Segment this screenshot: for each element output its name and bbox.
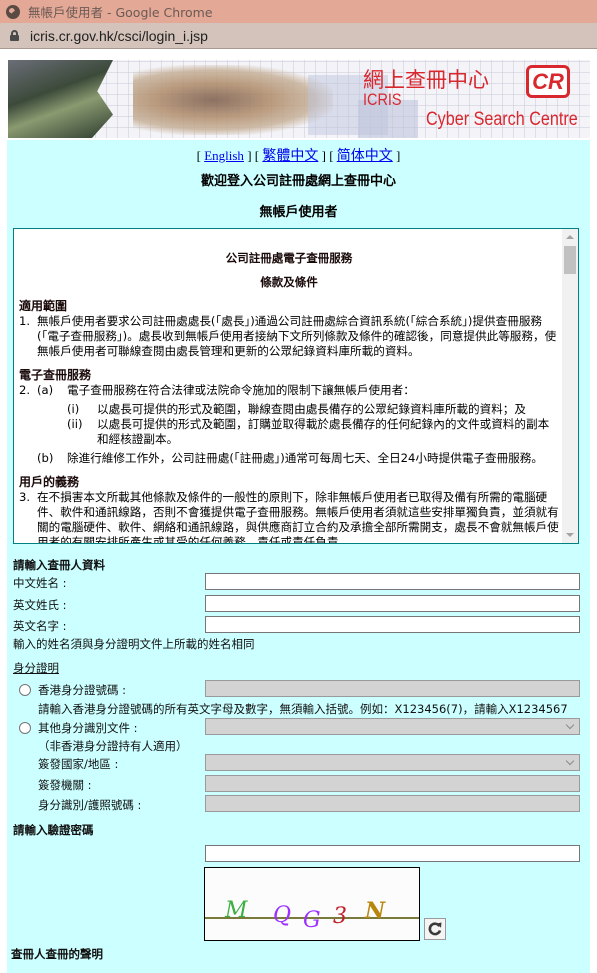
banner-photo-harbour (8, 60, 113, 138)
captcha-input[interactable] (205, 845, 580, 862)
terms-subtitle: 條款及條件 (260, 275, 318, 289)
hkid-radio[interactable] (19, 684, 31, 696)
captcha-image: M Q G 3 N (204, 867, 420, 941)
lang-traditional-link[interactable]: 繁體中文 (262, 148, 318, 164)
bracket: ] (392, 148, 401, 163)
issuing-authority-label: 簽發機關 : (38, 778, 92, 792)
chevron-down-icon (565, 756, 575, 766)
captcha-char: 3 (333, 904, 347, 929)
user-type-heading: 無帳戶使用者 (259, 205, 338, 220)
english-surname-input[interactable] (205, 595, 580, 612)
terms-paragraph: 2. (a) 電子查冊服務在符合法律或法院命令施加的限制下讓無帳戶使用者： (19, 383, 559, 398)
terms-subclause: (ii) 以處長可提供的形式及範圍，訂購並取得載於處長備存的任何紀錄內的文件或資… (19, 417, 559, 447)
scrollbar-thumb[interactable] (564, 246, 576, 274)
english-given-name-label: 英文名字 : (13, 619, 67, 633)
english-surname-label: 英文姓氏 : (13, 598, 67, 612)
banner-photo-people (133, 65, 333, 135)
clause-label: (ii) (67, 417, 83, 431)
bracket: ] [ (318, 148, 337, 163)
clause-label: (a) (37, 383, 54, 397)
hkid-label: 香港身分證號碼 : (38, 683, 127, 697)
paragraph-text: 電子查冊服務在符合法律或法院命令施加的限制下讓無帳戶使用者： (67, 383, 415, 397)
bracket: ] [ (243, 148, 263, 163)
terms-paragraph: 3. 在不損害本文所載其他條款及條件的一般性的原則下，除非無帳戶使用者已取得及備… (19, 490, 559, 544)
issuing-authority-input[interactable] (205, 775, 580, 792)
paragraph-text: 在不損害本文所載其他條款及條件的一般性的原則下，除非無帳戶使用者已取得及備有所需… (37, 490, 559, 544)
paragraph-number: 2. (19, 383, 31, 397)
captcha-char: N (365, 898, 386, 924)
scroll-up-arrow-icon[interactable] (566, 235, 574, 239)
name-note: 輸入的姓名須與身分證明文件上所載的姓名相同 (13, 637, 255, 651)
terms-subclause: (b) 除進行維修工作外，公司註冊處(「註冊處」)通常可每周七天、全日24小時提… (19, 451, 559, 466)
paragraph-text: 以處長可提供的形式及範圍，訂購並取得載於處長備存的任何紀錄內的文件或資料的副本和… (97, 417, 550, 446)
declaration-heading: 查冊人查冊的聲明 (11, 947, 103, 961)
banner-icris: ICRIS (363, 90, 402, 109)
identity-heading: 身分證明 (13, 661, 59, 675)
captcha-heading: 請輸入驗證密碼 (13, 823, 94, 837)
chinese-name-label: 中文姓名 : (13, 576, 67, 590)
section-heading: 電子查冊服務 (19, 368, 92, 382)
searcher-info-heading: 請輸入查冊人資料 (13, 558, 105, 572)
refresh-captcha-button[interactable] (424, 918, 446, 940)
passport-number-input[interactable] (205, 795, 580, 812)
other-id-radio[interactable] (19, 722, 31, 734)
section-heading: 用戶的義務 (19, 475, 80, 489)
terms-subclause: (i) 以處長可提供的形式及範圍，聯線查閱由處長備存的公眾紀錄資料庫所載的資料；… (19, 402, 559, 417)
captcha-char: Q (273, 903, 292, 928)
terms-scrollbar[interactable] (562, 229, 578, 543)
terms-title: 公司註冊處電子查冊服務 (225, 251, 353, 265)
other-id-label: 其他身分識別文件 : (38, 721, 138, 735)
paragraph-text: 無帳戶使用者要求公司註冊處處長(「處長」)通過公司註冊處綜合資訊系統(「綜合系統… (37, 314, 557, 358)
other-id-select[interactable] (205, 718, 580, 735)
english-given-name-input[interactable] (205, 616, 580, 633)
globe-icon (6, 4, 20, 19)
paragraph-text: 以處長可提供的形式及範圍，聯線查閱由處長備存的公眾紀錄資料庫所載的資料；及 (97, 402, 526, 416)
paragraph-number: 3. (19, 490, 31, 504)
passport-number-label: 身分識別/護照號碼 : (38, 798, 142, 812)
window-title: 無帳戶使用者 - Google Chrome (28, 5, 213, 20)
issuing-country-select[interactable] (205, 754, 580, 771)
issuing-country-label: 簽發國家/地區 : (38, 757, 119, 771)
captcha-char: M (225, 898, 248, 923)
terms-content: 公司註冊處電子查冊服務 條款及條件 適用範圍 1. 無帳戶使用者要求公司註冊處處… (19, 229, 559, 544)
address-bar[interactable]: icris.cr.gov.hk/csci/login_i.jsp (0, 23, 597, 49)
captcha-char: G (303, 908, 321, 933)
login-panel: [ English ] [ 繁體中文 ] [ 简体中文 ] 歡迎登入公司註冊處網… (7, 140, 590, 973)
hkid-note: 請輸入香港身分證號碼的所有英文字母及數字，無須輸入括號。例如：X123456(7… (38, 702, 568, 716)
window-titlebar: 無帳戶使用者 - Google Chrome (0, 0, 597, 23)
banner-subtitle: Cyber Search Centre (426, 109, 578, 130)
chinese-name-input[interactable] (205, 573, 580, 590)
icris-banner: 網上查冊中心 CR ICRIS Cyber Search Centre (8, 60, 590, 138)
paragraph-text: 除進行維修工作外，公司註冊處(「註冊處」)通常可每周七天、全日24小時提供電子查… (67, 451, 543, 465)
hkid-input[interactable] (205, 680, 580, 697)
other-id-note: （非香港身分證持有人適用） (38, 739, 188, 753)
scroll-down-arrow-icon[interactable] (566, 533, 574, 537)
lang-english-link[interactable]: English (204, 148, 244, 163)
clause-label: (i) (67, 402, 80, 416)
lock-icon[interactable] (10, 30, 19, 41)
terms-paragraph: 1. 無帳戶使用者要求公司註冊處處長(「處長」)通過公司註冊處綜合資訊系統(「綜… (19, 314, 559, 359)
chevron-down-icon (565, 720, 575, 730)
refresh-icon (428, 922, 442, 936)
lang-simplified-link[interactable]: 简体中文 (337, 148, 393, 164)
language-switcher: [ English ] [ 繁體中文 ] [ 简体中文 ] (7, 145, 590, 165)
terms-box[interactable]: 公司註冊處電子查冊服務 條款及條件 適用範圍 1. 無帳戶使用者要求公司註冊處處… (13, 228, 579, 544)
welcome-heading: 歡迎登入公司註冊處網上查冊中心 (200, 174, 396, 189)
section-heading: 適用範圍 (19, 299, 68, 313)
cr-logo: CR (526, 65, 570, 98)
clause-label: (b) (37, 451, 54, 465)
paragraph-number: 1. (19, 314, 31, 328)
url-text[interactable]: icris.cr.gov.hk/csci/login_i.jsp (30, 28, 208, 44)
